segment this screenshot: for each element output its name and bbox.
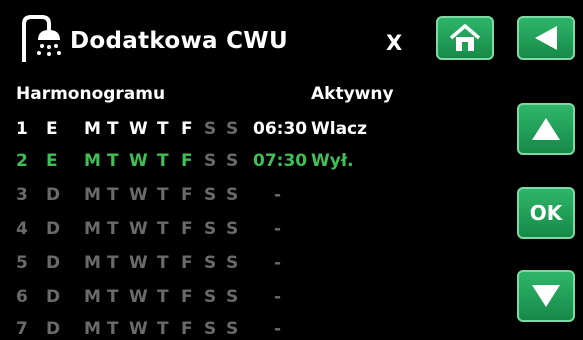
row-mode: D [46, 319, 61, 339]
row-number: 5 [16, 253, 28, 273]
row-time: 07:30 [253, 151, 308, 171]
day-mon: M [84, 319, 101, 339]
row-mode: E [46, 119, 58, 139]
day-fri: F [181, 185, 193, 205]
day-wed: W [129, 185, 148, 205]
row-status: Wlacz [311, 119, 368, 139]
column-header-active: Aktywny [311, 84, 394, 104]
scroll-down-button[interactable] [517, 270, 575, 322]
back-arrow-icon [535, 26, 557, 50]
day-sun: S [226, 319, 239, 339]
row-mode: D [46, 287, 61, 307]
row-status: Wył. [311, 151, 354, 171]
day-thu: T [157, 253, 169, 273]
day-mon: M [84, 119, 101, 139]
day-thu: T [157, 185, 169, 205]
day-sat: S [204, 287, 217, 307]
down-arrow-icon [532, 285, 560, 307]
day-tue: T [107, 219, 119, 239]
close-button[interactable]: X [386, 33, 402, 54]
day-sun: S [226, 151, 239, 171]
day-tue: T [107, 287, 119, 307]
schedule-row-1[interactable]: 1 E M T W T F S S 06:30 Wlacz [0, 118, 510, 140]
day-sun: S [226, 287, 239, 307]
day-tue: T [107, 253, 119, 273]
day-mon: M [84, 219, 101, 239]
schedule-row-6[interactable]: 6DMTWTFSS- [0, 286, 510, 308]
row-time: - [274, 219, 282, 239]
page-title: Dodatkowa CWU [70, 28, 288, 54]
row-time: - [274, 287, 282, 307]
ok-button[interactable]: OK [517, 187, 575, 239]
day-sat: S [204, 319, 217, 339]
column-header-schedule: Harmonogramu [16, 84, 166, 104]
day-fri: F [181, 219, 193, 239]
home-icon [449, 24, 481, 51]
row-time: 06:30 [253, 119, 308, 139]
schedule-row-4[interactable]: 4DMTWTFSS- [0, 218, 510, 240]
day-fri: F [181, 319, 193, 339]
row-number: 1 [16, 119, 28, 139]
schedule-row-3[interactable]: 3DMTWTFSS- [0, 184, 510, 206]
day-fri: F [181, 119, 193, 139]
home-button[interactable] [436, 16, 494, 60]
day-mon: M [84, 151, 101, 171]
row-number: 4 [16, 219, 28, 239]
day-sat: S [204, 219, 217, 239]
day-mon: M [84, 253, 101, 273]
row-time: - [274, 253, 282, 273]
day-wed: W [129, 151, 148, 171]
day-tue: T [107, 185, 119, 205]
day-sun: S [226, 219, 239, 239]
day-sat: S [204, 119, 217, 139]
row-mode: D [46, 219, 61, 239]
day-wed: W [129, 253, 148, 273]
row-mode: D [46, 253, 61, 273]
day-thu: T [157, 219, 169, 239]
row-mode: D [46, 185, 61, 205]
day-sun: S [226, 119, 239, 139]
day-fri: F [181, 287, 193, 307]
schedule-row-2[interactable]: 2 E M T W T F S S 07:30 Wył. [0, 150, 510, 172]
back-button[interactable] [517, 16, 575, 60]
day-fri: F [181, 151, 193, 171]
day-thu: T [157, 151, 169, 171]
row-number: 6 [16, 287, 28, 307]
day-sun: S [226, 253, 239, 273]
day-sat: S [204, 151, 217, 171]
day-tue: T [107, 119, 119, 139]
up-arrow-icon [532, 118, 560, 140]
scroll-up-button[interactable] [517, 103, 575, 155]
day-tue: T [107, 319, 119, 339]
day-sat: S [204, 253, 217, 273]
row-number: 3 [16, 185, 28, 205]
day-sun: S [226, 185, 239, 205]
row-time: - [274, 319, 282, 339]
day-mon: M [84, 287, 101, 307]
day-wed: W [129, 287, 148, 307]
day-thu: T [157, 319, 169, 339]
day-thu: T [157, 119, 169, 139]
row-number: 7 [16, 319, 28, 339]
day-tue: T [107, 151, 119, 171]
shower-icon [22, 15, 61, 62]
day-wed: W [129, 319, 148, 339]
row-mode: E [46, 151, 58, 171]
day-wed: W [129, 119, 148, 139]
row-number: 2 [16, 151, 28, 171]
schedule-row-7[interactable]: 7DMTWTFSS- [0, 318, 510, 340]
schedule-row-5[interactable]: 5DMTWTFSS- [0, 252, 510, 274]
row-time: - [274, 185, 282, 205]
day-thu: T [157, 287, 169, 307]
day-fri: F [181, 253, 193, 273]
day-mon: M [84, 185, 101, 205]
title-bar: Dodatkowa CWU X [0, 0, 583, 80]
day-wed: W [129, 219, 148, 239]
day-sat: S [204, 185, 217, 205]
